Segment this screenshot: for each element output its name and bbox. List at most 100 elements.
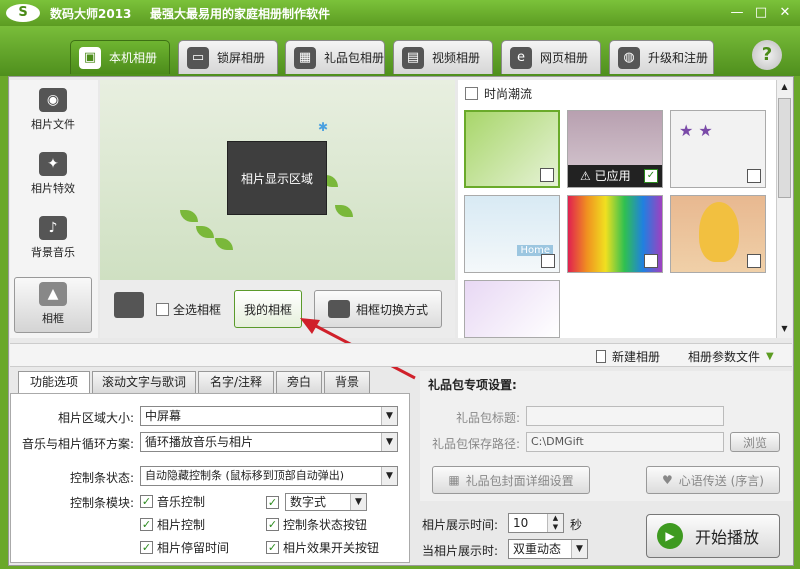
scroll-down-icon[interactable]: ▼ [778, 324, 791, 336]
close-button[interactable]: ✕ [775, 4, 795, 22]
maximize-button[interactable]: □ [751, 4, 771, 22]
subtab-narration[interactable]: 旁白 [276, 371, 322, 393]
minimize-button[interactable]: — [727, 4, 747, 22]
frame-thumbnail[interactable] [567, 195, 663, 273]
sidebar-item-background-music[interactable]: ♪ 背景音乐 [14, 212, 92, 270]
subtab-function-options[interactable]: 功能选项 [18, 371, 90, 393]
tab-label: 礼品包相册 [324, 51, 385, 65]
checkbox-checked[interactable]: ✓ [266, 495, 279, 509]
frame-thumbnail[interactable] [464, 280, 560, 338]
option-label: 相片控制 [157, 518, 206, 532]
select-value: 数字式 [290, 495, 327, 509]
sidebar-item-photo-effects[interactable]: ✦ 相片特效 [14, 148, 92, 206]
tab-lockscreen-album[interactable]: ▭ 锁屏相册 [178, 40, 278, 74]
display-time-spinner[interactable]: 10 ▲ ▼ [508, 513, 564, 533]
tab-video-album[interactable]: ▤ 视频相册 [393, 40, 493, 74]
star-decoration: ✱ [318, 120, 329, 134]
sidebar-item-label: 相片特效 [31, 182, 75, 195]
subtab-name-notes[interactable]: 名字/注释 [198, 371, 274, 393]
tab-label: 锁屏相册 [217, 51, 266, 65]
start-play-label: 开始播放 [695, 528, 760, 547]
ie-icon: e [510, 46, 532, 69]
globe-icon: ◍ [618, 46, 640, 69]
when-display-label: 当相片展示时: [422, 544, 499, 558]
category-filter[interactable]: 时尚潮流 [465, 85, 532, 102]
music-note-icon: ♪ [39, 216, 67, 240]
frame-thumbnail[interactable] [464, 110, 560, 188]
heart-message-label: 心语传送 (序言) [678, 473, 764, 488]
frame-thumbnail[interactable] [670, 195, 766, 273]
thumb-checkbox[interactable] [747, 254, 761, 268]
thumbnail-scrollbar[interactable]: ▲ ▼ [776, 80, 792, 338]
sidebar-item-label: 背景音乐 [31, 246, 75, 259]
photo-area-size-select[interactable]: 中屏幕 ▼ [140, 406, 398, 426]
thumb-checkbox-checked[interactable]: ✓ [644, 169, 658, 183]
subtab-background[interactable]: 背景 [324, 371, 370, 393]
digital-style-option[interactable]: ✓ 数字式 ▼ [266, 493, 367, 511]
thumb-checkbox[interactable] [541, 254, 555, 268]
tab-upgrade-register[interactable]: ◍ 升级和注册 [609, 40, 714, 74]
loop-scheme-select[interactable]: 循环播放音乐与相片 ▼ [140, 432, 398, 452]
thumb-checkbox[interactable] [540, 168, 554, 182]
album-params-menu[interactable]: 相册参数文件 ▼ [688, 348, 774, 365]
heart-message-button[interactable]: ♥ 心语传送 (序言) [646, 466, 780, 494]
frame-thumbnail[interactable]: Home [464, 195, 560, 273]
sidebar-item-photo-files[interactable]: ◉ 相片文件 [14, 84, 92, 142]
status-button-option[interactable]: ✓ 控制条状态按钮 [266, 516, 367, 533]
tab-gift-album[interactable]: ▦ 礼品包相册 [285, 40, 385, 74]
controlbar-state-select[interactable]: 自动隐藏控制条 (鼠标移到顶部自动弹出) ▼ [140, 466, 398, 486]
subtab-scroll-text-lyrics[interactable]: 滚动文字与歌词 [92, 371, 196, 393]
gift-title-label: 礼品包标题: [455, 411, 520, 425]
tab-label: 本机相册 [109, 51, 158, 65]
option-label: 控制条状态按钮 [283, 518, 368, 532]
option-label: 相片效果开关按钮 [283, 541, 380, 555]
gift-title-input[interactable] [526, 406, 724, 426]
applied-label: 已应用 [594, 169, 631, 183]
spinner-value: 10 [513, 516, 529, 530]
photo-control-option[interactable]: ✓ 相片控制 [140, 516, 205, 533]
new-album-button[interactable]: 新建相册 [596, 348, 660, 365]
gift-cover-settings-button[interactable]: ▦ 礼品包封面详细设置 [432, 466, 590, 494]
thumb-checkbox[interactable] [644, 254, 658, 268]
gift-icon: ▦ [294, 46, 316, 69]
sidebar-item-label: 相框 [42, 312, 64, 325]
thumb-checkbox[interactable] [747, 169, 761, 183]
heart-icon: ♥ [662, 473, 673, 487]
select-all-label: 全选相框 [173, 303, 222, 317]
frame-thumbnail-applied[interactable]: ⚠ 已应用 ✓ [567, 110, 663, 188]
checkbox-checked[interactable]: ✓ [266, 541, 279, 554]
music-control-option[interactable]: ✓ 音乐控制 [140, 493, 205, 510]
scroll-up-icon[interactable]: ▲ [778, 82, 791, 94]
gift-path-input[interactable]: C:\DMGift [526, 432, 724, 452]
category-label: 时尚潮流 [484, 87, 533, 101]
effect-switch-option[interactable]: ✓ 相片效果开关按钮 [266, 539, 379, 556]
checkbox-checked[interactable]: ✓ [140, 518, 153, 531]
scroll-thumb[interactable] [778, 98, 791, 198]
frame-thumbnail[interactable]: ★ ★ [670, 110, 766, 188]
select-value: 中屏幕 [145, 409, 182, 423]
chevron-down-icon: ▼ [381, 433, 397, 451]
select-all-frames[interactable]: 全选相框 [156, 301, 221, 318]
tab-label: 视频相册 [432, 51, 481, 65]
spinner-arrows-icon[interactable]: ▲ ▼ [547, 514, 563, 532]
category-checkbox[interactable] [465, 87, 478, 100]
effects-icon: ✦ [39, 152, 67, 176]
select-all-checkbox[interactable] [156, 303, 169, 316]
browse-button[interactable]: 浏览 [730, 432, 780, 452]
play-icon: ▶ [657, 523, 683, 549]
monitor-icon: ▭ [187, 46, 209, 69]
help-button[interactable]: ? [752, 40, 782, 70]
film-icon: ▤ [402, 46, 424, 69]
tab-local-album[interactable]: ▣ 本机相册 [70, 40, 170, 74]
photo-frame-icon: ▣ [79, 46, 101, 69]
document-icon [596, 350, 606, 363]
checkbox-checked[interactable]: ✓ [266, 518, 279, 531]
checkbox-checked[interactable]: ✓ [140, 495, 153, 508]
start-play-button[interactable]: ▶ 开始播放 [646, 514, 780, 558]
digital-style-select[interactable]: 数字式 ▼ [285, 493, 367, 511]
tab-web-album[interactable]: e 网页相册 [501, 40, 601, 74]
checkbox-checked[interactable]: ✓ [140, 541, 153, 554]
when-display-select[interactable]: 双重动态 ▼ [508, 539, 588, 559]
sidebar-item-frame[interactable]: ▲ 相框 [14, 277, 92, 333]
photo-stay-option[interactable]: ✓ 相片停留时间 [140, 539, 229, 556]
